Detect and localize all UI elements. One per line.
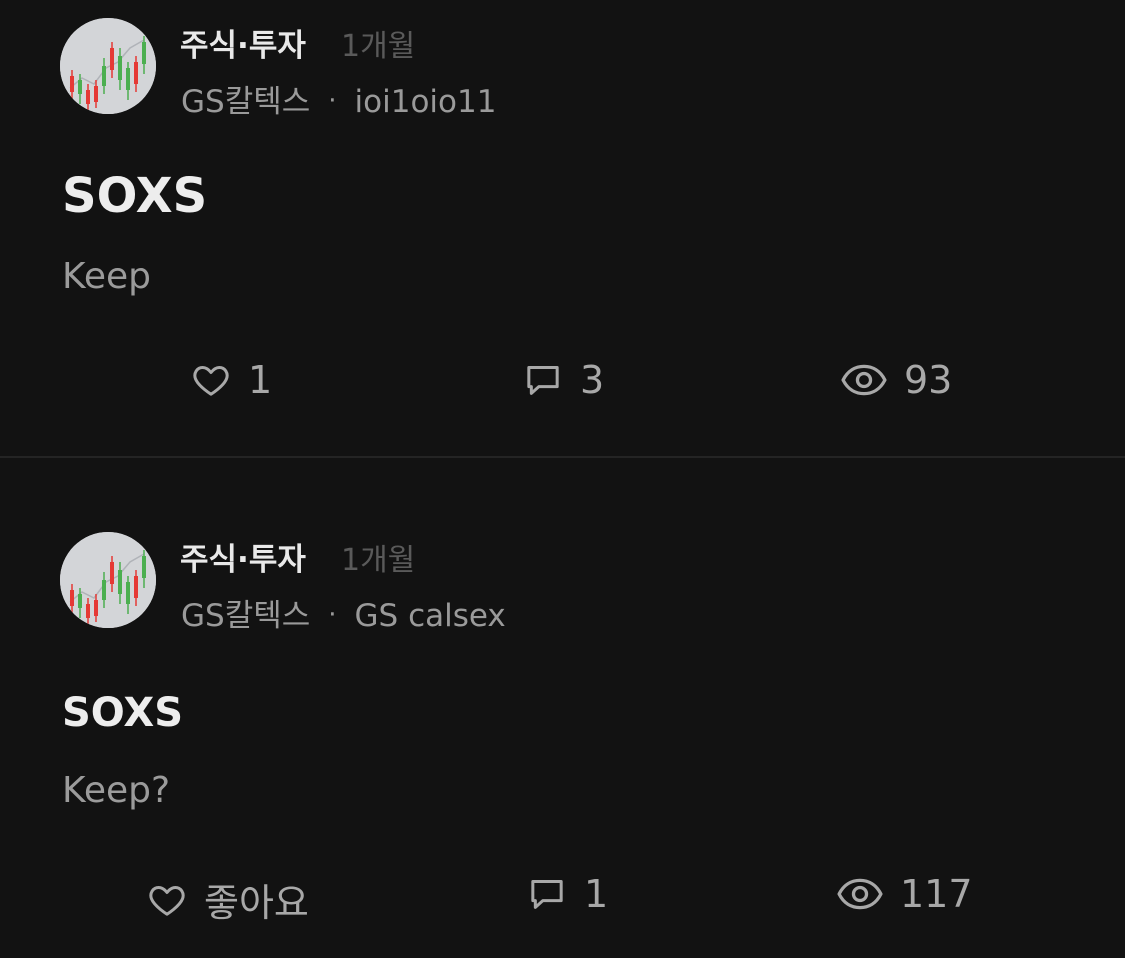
meta-separator: · [328,86,337,116]
like-button[interactable]: 좋아요 [146,872,309,927]
board-avatar[interactable] [60,532,156,628]
post-title[interactable]: SOXS [62,168,207,224]
comment-count: 1 [584,872,609,916]
author-company: GS칼텍스 [181,84,311,120]
board-name[interactable]: 주식·투자 [180,534,306,579]
view-count: 93 [904,358,953,402]
eye-icon [841,364,887,396]
heart-icon [149,885,185,916]
author-company: GS칼텍스 [181,598,311,634]
view-count: 117 [900,872,973,916]
post-body[interactable]: Keep? [62,770,170,811]
like-count: 1 [248,358,273,402]
comment-count: 3 [580,358,605,402]
eye-icon [837,878,883,910]
post-card[interactable]: 주식·투자 1개월 GS칼텍스 · GS calsex SOXS Keep? 좋아요… [0,458,1125,958]
post-body[interactable]: Keep [62,256,151,297]
candlestick-chart-icon [60,532,156,628]
meta-separator: · [328,600,337,630]
comment-button[interactable]: 3 [522,358,604,402]
comment-button[interactable]: 1 [526,872,608,916]
heart-icon [193,366,229,396]
like-button[interactable]: 1 [190,358,272,402]
board-avatar[interactable] [60,18,156,114]
post-card[interactable]: 주식·투자 1개월 GS칼텍스 · ioi1oio11 SOXS Keep 1 3 … [0,0,1125,456]
post-time: 1개월 [341,29,416,64]
like-label: 좋아요 [204,881,309,925]
comment-bubble-icon [531,880,563,909]
author-meta[interactable]: GS칼텍스 · GS calsex [181,590,506,635]
view-stat: 93 [840,358,952,402]
board-name[interactable]: 주식·투자 [180,20,306,65]
author-nickname: ioi1oio11 [354,84,497,120]
post-title[interactable]: SOXS [62,690,183,736]
candlestick-chart-icon [60,18,156,114]
view-stat: 117 [836,872,973,916]
author-nickname: GS calsex [354,598,506,634]
comment-bubble-icon [527,366,559,395]
post-time: 1개월 [341,543,416,578]
author-meta[interactable]: GS칼텍스 · ioi1oio11 [181,76,496,121]
